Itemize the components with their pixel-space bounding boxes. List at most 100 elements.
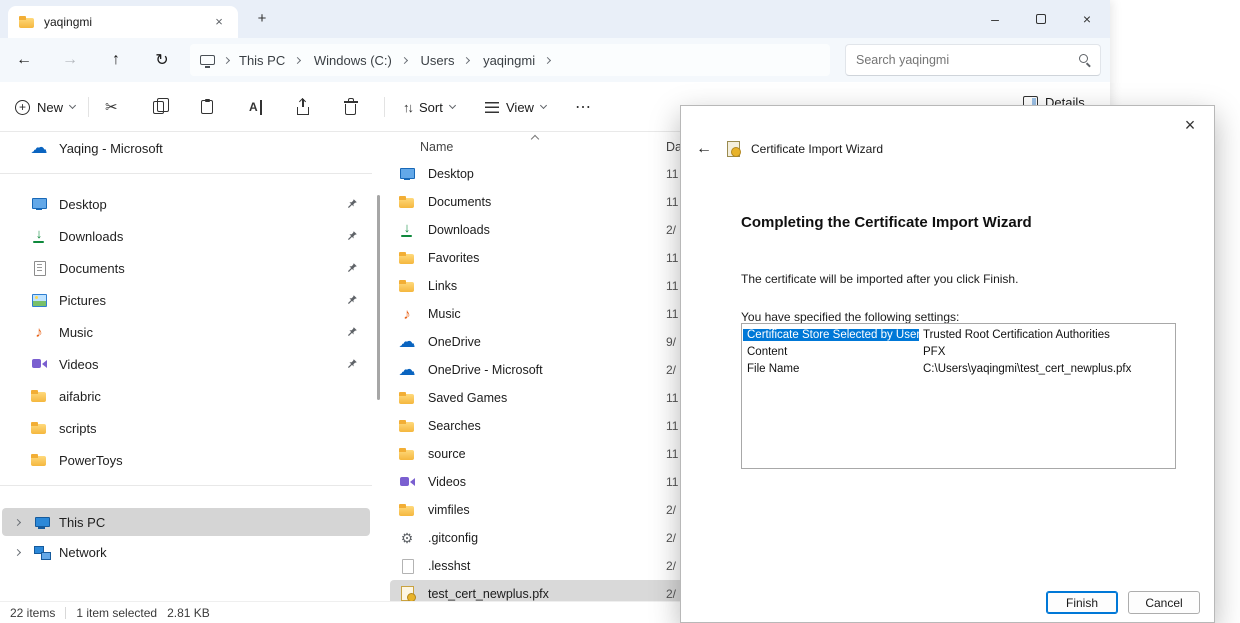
sort-ascending-icon xyxy=(531,135,539,143)
sidebar-item[interactable]: Downloads xyxy=(2,220,370,252)
file-row[interactable]: OneDrive 9/ xyxy=(390,328,690,356)
delete-button[interactable] xyxy=(336,91,365,123)
file-row[interactable]: Desktop 11 xyxy=(390,160,690,188)
settings-table: Certificate Store Selected by User Trust… xyxy=(741,323,1176,469)
file-name: Music xyxy=(428,307,640,321)
selection-size: 2.81 KB xyxy=(167,606,210,620)
tab-close-icon[interactable]: × xyxy=(210,13,228,31)
close-button[interactable]: × xyxy=(1064,0,1110,38)
sidebar-item[interactable]: scripts xyxy=(2,412,370,444)
share-button[interactable] xyxy=(288,91,318,123)
forward-button[interactable]: → xyxy=(54,44,86,76)
settings-row[interactable]: File Name C:\Users\yaqingmi\test_cert_ne… xyxy=(743,360,1174,377)
file-row[interactable]: source 11 xyxy=(390,440,690,468)
minimize-button[interactable]: – xyxy=(972,0,1018,38)
breadcrumb-segment: Users xyxy=(416,53,475,68)
more-icon: ⋯ xyxy=(575,97,592,117)
back-button[interactable]: ← xyxy=(8,44,40,76)
sidebar-item[interactable]: Pictures xyxy=(2,284,370,316)
paste-icon xyxy=(201,100,213,114)
column-header-name[interactable]: Name xyxy=(390,140,453,154)
tree-item[interactable]: This PC xyxy=(2,508,370,536)
sidebar-item-label: Documents xyxy=(59,261,125,276)
chevron-right-icon xyxy=(294,56,301,63)
file-icon xyxy=(398,194,416,210)
dialog-back-button[interactable]: ← xyxy=(693,140,715,158)
pin-icon xyxy=(346,326,358,338)
dialog-close-button[interactable]: × xyxy=(1176,112,1204,140)
up-button[interactable]: ↑ xyxy=(100,44,132,76)
maximize-icon xyxy=(1036,14,1046,24)
file-icon xyxy=(398,250,416,266)
sidebar-item[interactable]: Documents xyxy=(2,252,370,284)
breadcrumb-item[interactable]: Windows (C:) xyxy=(309,53,397,68)
tree-item[interactable]: Network xyxy=(2,538,370,566)
view-icon xyxy=(485,102,499,113)
breadcrumb-segment: Windows (C:) xyxy=(309,53,412,68)
maximize-button[interactable] xyxy=(1018,0,1064,38)
sidebar-divider xyxy=(0,173,372,174)
file-date: 11 xyxy=(666,307,678,321)
sidebar-item[interactable]: Desktop xyxy=(2,188,370,220)
file-name: Searches xyxy=(428,419,640,433)
new-tab-button[interactable]: + xyxy=(252,9,272,29)
file-row[interactable]: Saved Games 11 xyxy=(390,384,690,412)
refresh-button[interactable]: ↻ xyxy=(146,44,178,76)
finish-button[interactable]: Finish xyxy=(1046,591,1118,614)
file-row[interactable]: Favorites 11 xyxy=(390,244,690,272)
cut-button[interactable]: ✂ xyxy=(96,91,127,123)
sidebar-item-onedrive[interactable]: Yaqing - Microsoft xyxy=(2,132,370,164)
tree-list: This PC Network xyxy=(0,508,372,566)
file-row[interactable]: Music 11 xyxy=(390,300,690,328)
search-input[interactable] xyxy=(846,45,1061,75)
file-name: Favorites xyxy=(428,251,640,265)
explorer-tab[interactable]: yaqingmi × xyxy=(8,6,238,38)
file-name: test_cert_newplus.pfx xyxy=(428,587,640,601)
sidebar-item[interactable]: Videos xyxy=(2,348,370,380)
file-row[interactable]: .gitconfig 2/ xyxy=(390,524,690,552)
settings-row[interactable]: Content PFX xyxy=(743,343,1174,360)
cancel-button[interactable]: Cancel xyxy=(1128,591,1200,614)
sort-button[interactable]: ↑↓ Sort xyxy=(394,91,464,123)
breadcrumb-item[interactable]: Users xyxy=(416,53,460,68)
file-row[interactable]: Links 11 xyxy=(390,272,690,300)
file-date: 11 xyxy=(666,195,678,209)
file-name: Downloads xyxy=(428,223,640,237)
more-options-button[interactable]: ⋯ xyxy=(566,91,601,123)
pin-icon xyxy=(346,262,358,274)
paste-button[interactable] xyxy=(192,91,222,123)
file-row[interactable]: Documents 11 xyxy=(390,188,690,216)
sidebar-item-label: PowerToys xyxy=(59,453,123,468)
breadcrumb-item[interactable]: yaqingmi xyxy=(478,53,540,68)
view-button[interactable]: View xyxy=(476,91,555,123)
file-name: .gitconfig xyxy=(428,531,640,545)
breadcrumb-item[interactable]: This PC xyxy=(234,53,290,68)
file-name: OneDrive - Microsoft xyxy=(428,363,640,377)
file-row[interactable]: Videos 11 xyxy=(390,468,690,496)
file-row[interactable]: vimfiles 2/ xyxy=(390,496,690,524)
sidebar-scrollbar[interactable] xyxy=(377,195,380,400)
breadcrumb-segment: yaqingmi xyxy=(478,53,555,68)
copy-button[interactable] xyxy=(144,91,173,123)
file-row[interactable]: OneDrive - Microsoft 2/ xyxy=(390,356,690,384)
cut-icon: ✂ xyxy=(105,98,118,116)
chevron-expand-icon[interactable] xyxy=(14,548,21,555)
toolbar-divider xyxy=(88,97,89,117)
search-icon xyxy=(1079,54,1088,63)
settings-row[interactable]: Certificate Store Selected by User Trust… xyxy=(743,326,1174,343)
chevron-expand-icon[interactable] xyxy=(14,518,21,525)
file-row[interactable]: Downloads 2/ xyxy=(390,216,690,244)
sidebar-item[interactable]: aifabric xyxy=(2,380,370,412)
file-row[interactable]: Searches 11 xyxy=(390,412,690,440)
file-row[interactable]: .lesshst 2/ xyxy=(390,552,690,580)
sidebar-item[interactable]: PowerToys xyxy=(2,444,370,476)
rename-button[interactable] xyxy=(240,91,271,123)
file-icon xyxy=(398,166,416,182)
toolbar-divider xyxy=(384,97,385,117)
file-name: vimfiles xyxy=(428,503,640,517)
file-name: Videos xyxy=(428,475,640,489)
sidebar-item[interactable]: Music xyxy=(2,316,370,348)
setting-key: File Name xyxy=(743,363,919,375)
file-icon xyxy=(398,362,416,378)
new-button[interactable]: + New xyxy=(6,91,84,123)
